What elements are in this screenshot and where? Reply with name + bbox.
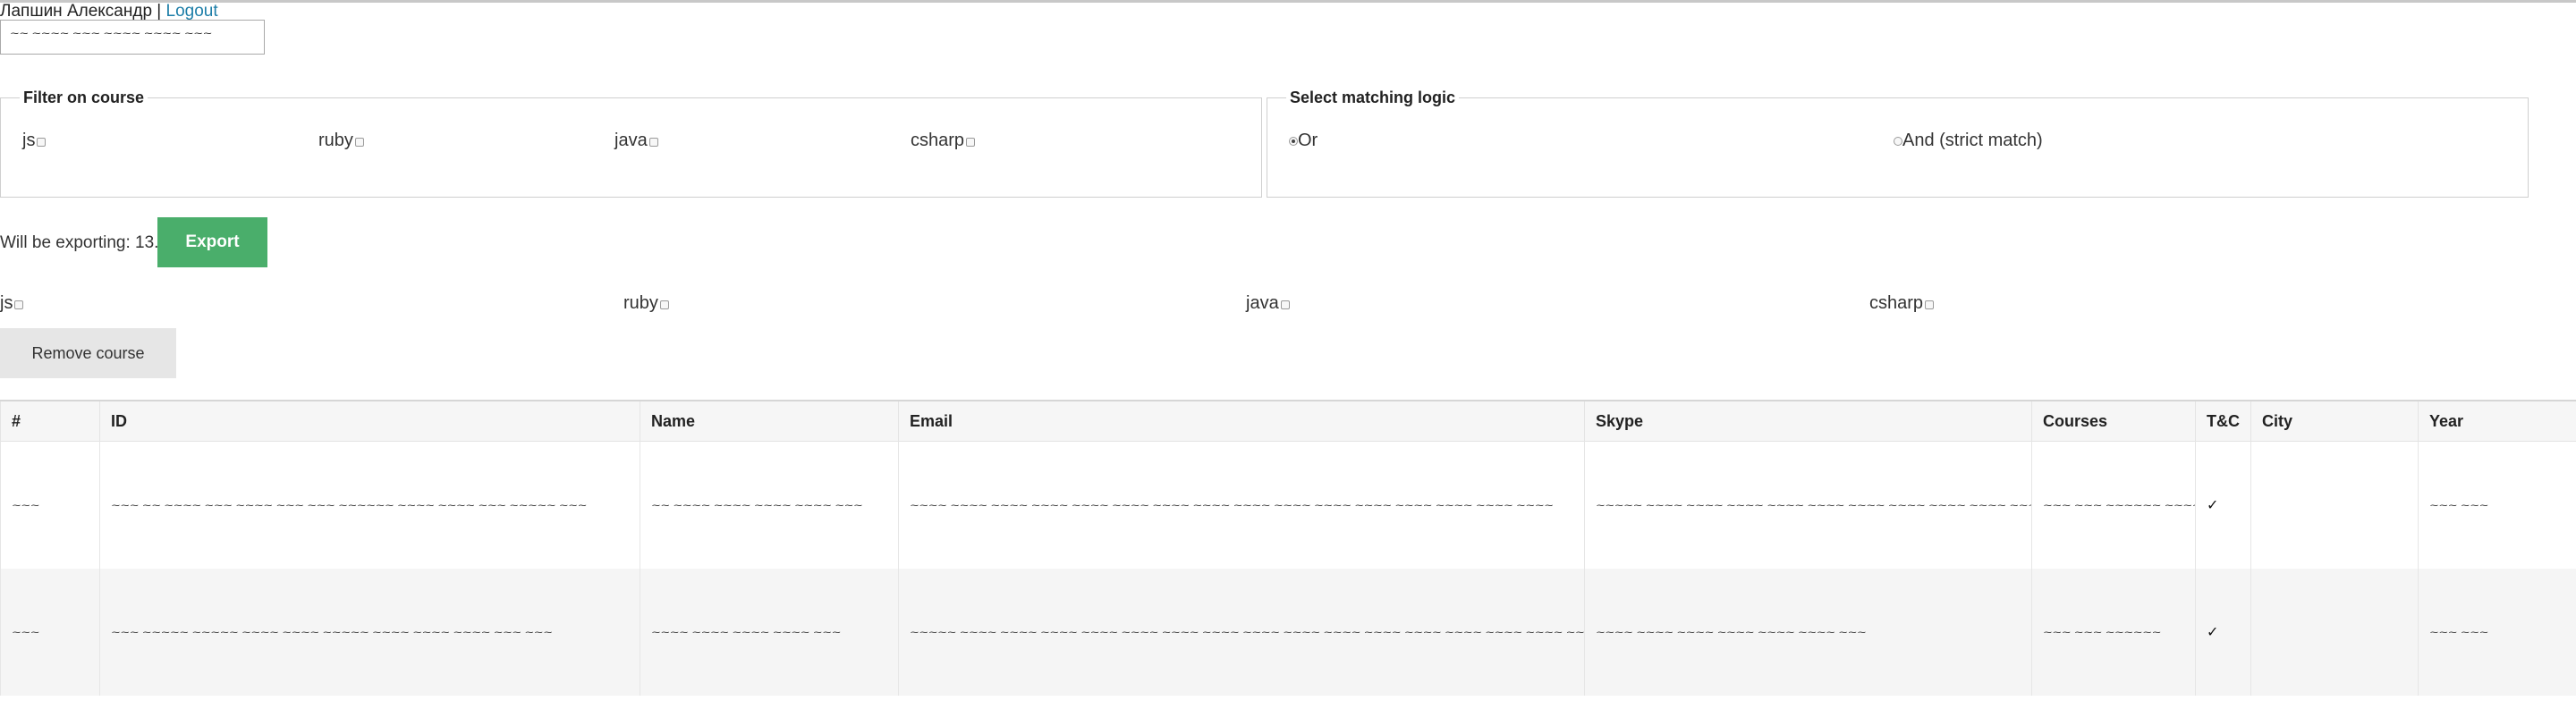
cell-skype: ~~~~ ~~~~ ~~~~ ~~~~ ~~~~ ~~~~ ~~~: [1584, 569, 2032, 696]
cell-id: ~~~ ~~ ~~~~ ~~~ ~~~~ ~~~ ~~~ ~~~~~~ ~~~~…: [99, 441, 640, 569]
table-row[interactable]: ~~~ ~~~ ~~ ~~~~ ~~~ ~~~~ ~~~ ~~~ ~~~~~~ …: [0, 441, 2576, 569]
remove-option-js[interactable]: js: [0, 293, 24, 313]
cell-courses: ~~~ ~~~ ~~~~~~: [2031, 569, 2196, 696]
remove-option-label: csharp: [1869, 293, 1924, 313]
logout-link[interactable]: Logout: [166, 2, 218, 21]
cell-name: ~~~~ ~~~~ ~~~~ ~~~~ ~~~: [640, 569, 899, 696]
table-header-row: # ID Name Email Skype Courses T&C City Y…: [0, 400, 2576, 442]
logic-radio-and[interactable]: [1894, 137, 1902, 146]
cell-num: ~~~: [0, 441, 100, 569]
remove-option-label: ruby: [623, 293, 658, 313]
export-button[interactable]: Export: [157, 217, 267, 267]
export-count-text: Will be exporting: 13.: [0, 233, 159, 252]
course-filter-title: Filter on course: [20, 88, 148, 107]
search-input-value: ~~ ~~~~ ~~~ ~~~~ ~~~~ ~~~: [10, 29, 213, 38]
remove-checkbox-java[interactable]: [1280, 300, 1290, 309]
filter-checkbox-java[interactable]: [648, 137, 658, 147]
matching-logic-panel: Select matching logic Or And (strict mat…: [1267, 88, 2529, 198]
remove-checkbox-js[interactable]: [14, 300, 24, 309]
column-header-tc[interactable]: T&C: [2195, 400, 2251, 442]
cell-city: [2250, 441, 2419, 569]
remove-checkbox-csharp[interactable]: [1925, 300, 1935, 309]
filter-option-label: java: [614, 131, 648, 150]
search-input[interactable]: ~~ ~~~~ ~~~ ~~~~ ~~~~ ~~~: [0, 20, 265, 55]
remove-option-java[interactable]: java: [1246, 293, 1290, 313]
column-header-id[interactable]: ID: [99, 400, 640, 442]
filter-option-ruby[interactable]: ruby: [318, 131, 364, 150]
remove-checkbox-ruby[interactable]: [659, 300, 669, 309]
matching-logic-title: Select matching logic: [1286, 88, 1460, 107]
filter-checkbox-csharp[interactable]: [966, 137, 976, 147]
logic-option-label: And (strict match): [1902, 131, 2043, 150]
top-border: [0, 0, 2576, 3]
cell-id: ~~~ ~~~~~ ~~~~~ ~~~~ ~~~~ ~~~~~ ~~~~ ~~~…: [99, 569, 640, 696]
filter-option-csharp[interactable]: csharp: [911, 131, 976, 150]
cell-name: ~~ ~~~~ ~~~~ ~~~~ ~~~~ ~~~: [640, 441, 899, 569]
cell-year: ~~~ ~~~: [2418, 569, 2576, 696]
logic-option-and[interactable]: And (strict match): [1894, 131, 2043, 150]
logic-option-label: Or: [1298, 131, 1318, 150]
column-header-num[interactable]: #: [0, 400, 100, 442]
cell-year: ~~~ ~~~: [2418, 441, 2576, 569]
remove-option-ruby[interactable]: ruby: [623, 293, 669, 313]
user-name: Лапшин Александр: [0, 2, 153, 21]
remove-option-label: js: [0, 293, 13, 313]
user-separator: |: [152, 2, 166, 21]
remove-option-csharp[interactable]: csharp: [1869, 293, 1935, 313]
cell-skype: ~~~~~ ~~~~ ~~~~ ~~~~ ~~~~ ~~~~ ~~~~ ~~~~…: [1584, 441, 2032, 569]
filter-checkbox-js[interactable]: [37, 137, 47, 147]
column-header-name[interactable]: Name: [640, 400, 899, 442]
students-table: # ID Name Email Skype Courses T&C City Y…: [0, 400, 2576, 696]
filter-checkbox-ruby[interactable]: [354, 137, 364, 147]
column-header-year[interactable]: Year: [2418, 400, 2576, 442]
column-header-city[interactable]: City: [2250, 400, 2419, 442]
user-bar: Лапшин Александр | Logout: [0, 3, 218, 21]
course-filter-panel: Filter on course js ruby java csharp: [0, 88, 1262, 198]
filter-option-label: js: [22, 131, 36, 150]
cell-email: ~~~~~ ~~~~ ~~~~ ~~~~ ~~~~ ~~~~ ~~~~ ~~~~…: [898, 569, 1585, 696]
remove-option-label: java: [1246, 293, 1279, 313]
filter-option-label: ruby: [318, 131, 353, 150]
cell-tc: ✓: [2195, 569, 2251, 696]
logic-radio-or[interactable]: [1289, 137, 1298, 146]
cell-courses: ~~~ ~~~ ~~~~~~ ~~~~: [2031, 441, 2196, 569]
column-header-skype[interactable]: Skype: [1584, 400, 2032, 442]
table-row[interactable]: ~~~ ~~~ ~~~~~ ~~~~~ ~~~~ ~~~~ ~~~~~ ~~~~…: [0, 569, 2576, 696]
remove-course-button[interactable]: Remove course: [0, 328, 176, 378]
cell-city: [2250, 569, 2419, 696]
filter-option-label: csharp: [911, 131, 965, 150]
column-header-email[interactable]: Email: [898, 400, 1585, 442]
cell-tc: ✓: [2195, 441, 2251, 569]
cell-email: ~~~~ ~~~~ ~~~~ ~~~~ ~~~~ ~~~~ ~~~~ ~~~~ …: [898, 441, 1585, 569]
filter-option-js[interactable]: js: [22, 131, 47, 150]
column-header-courses[interactable]: Courses: [2031, 400, 2196, 442]
logic-option-or[interactable]: Or: [1289, 131, 1318, 150]
cell-num: ~~~: [0, 569, 100, 696]
filter-option-java[interactable]: java: [614, 131, 658, 150]
